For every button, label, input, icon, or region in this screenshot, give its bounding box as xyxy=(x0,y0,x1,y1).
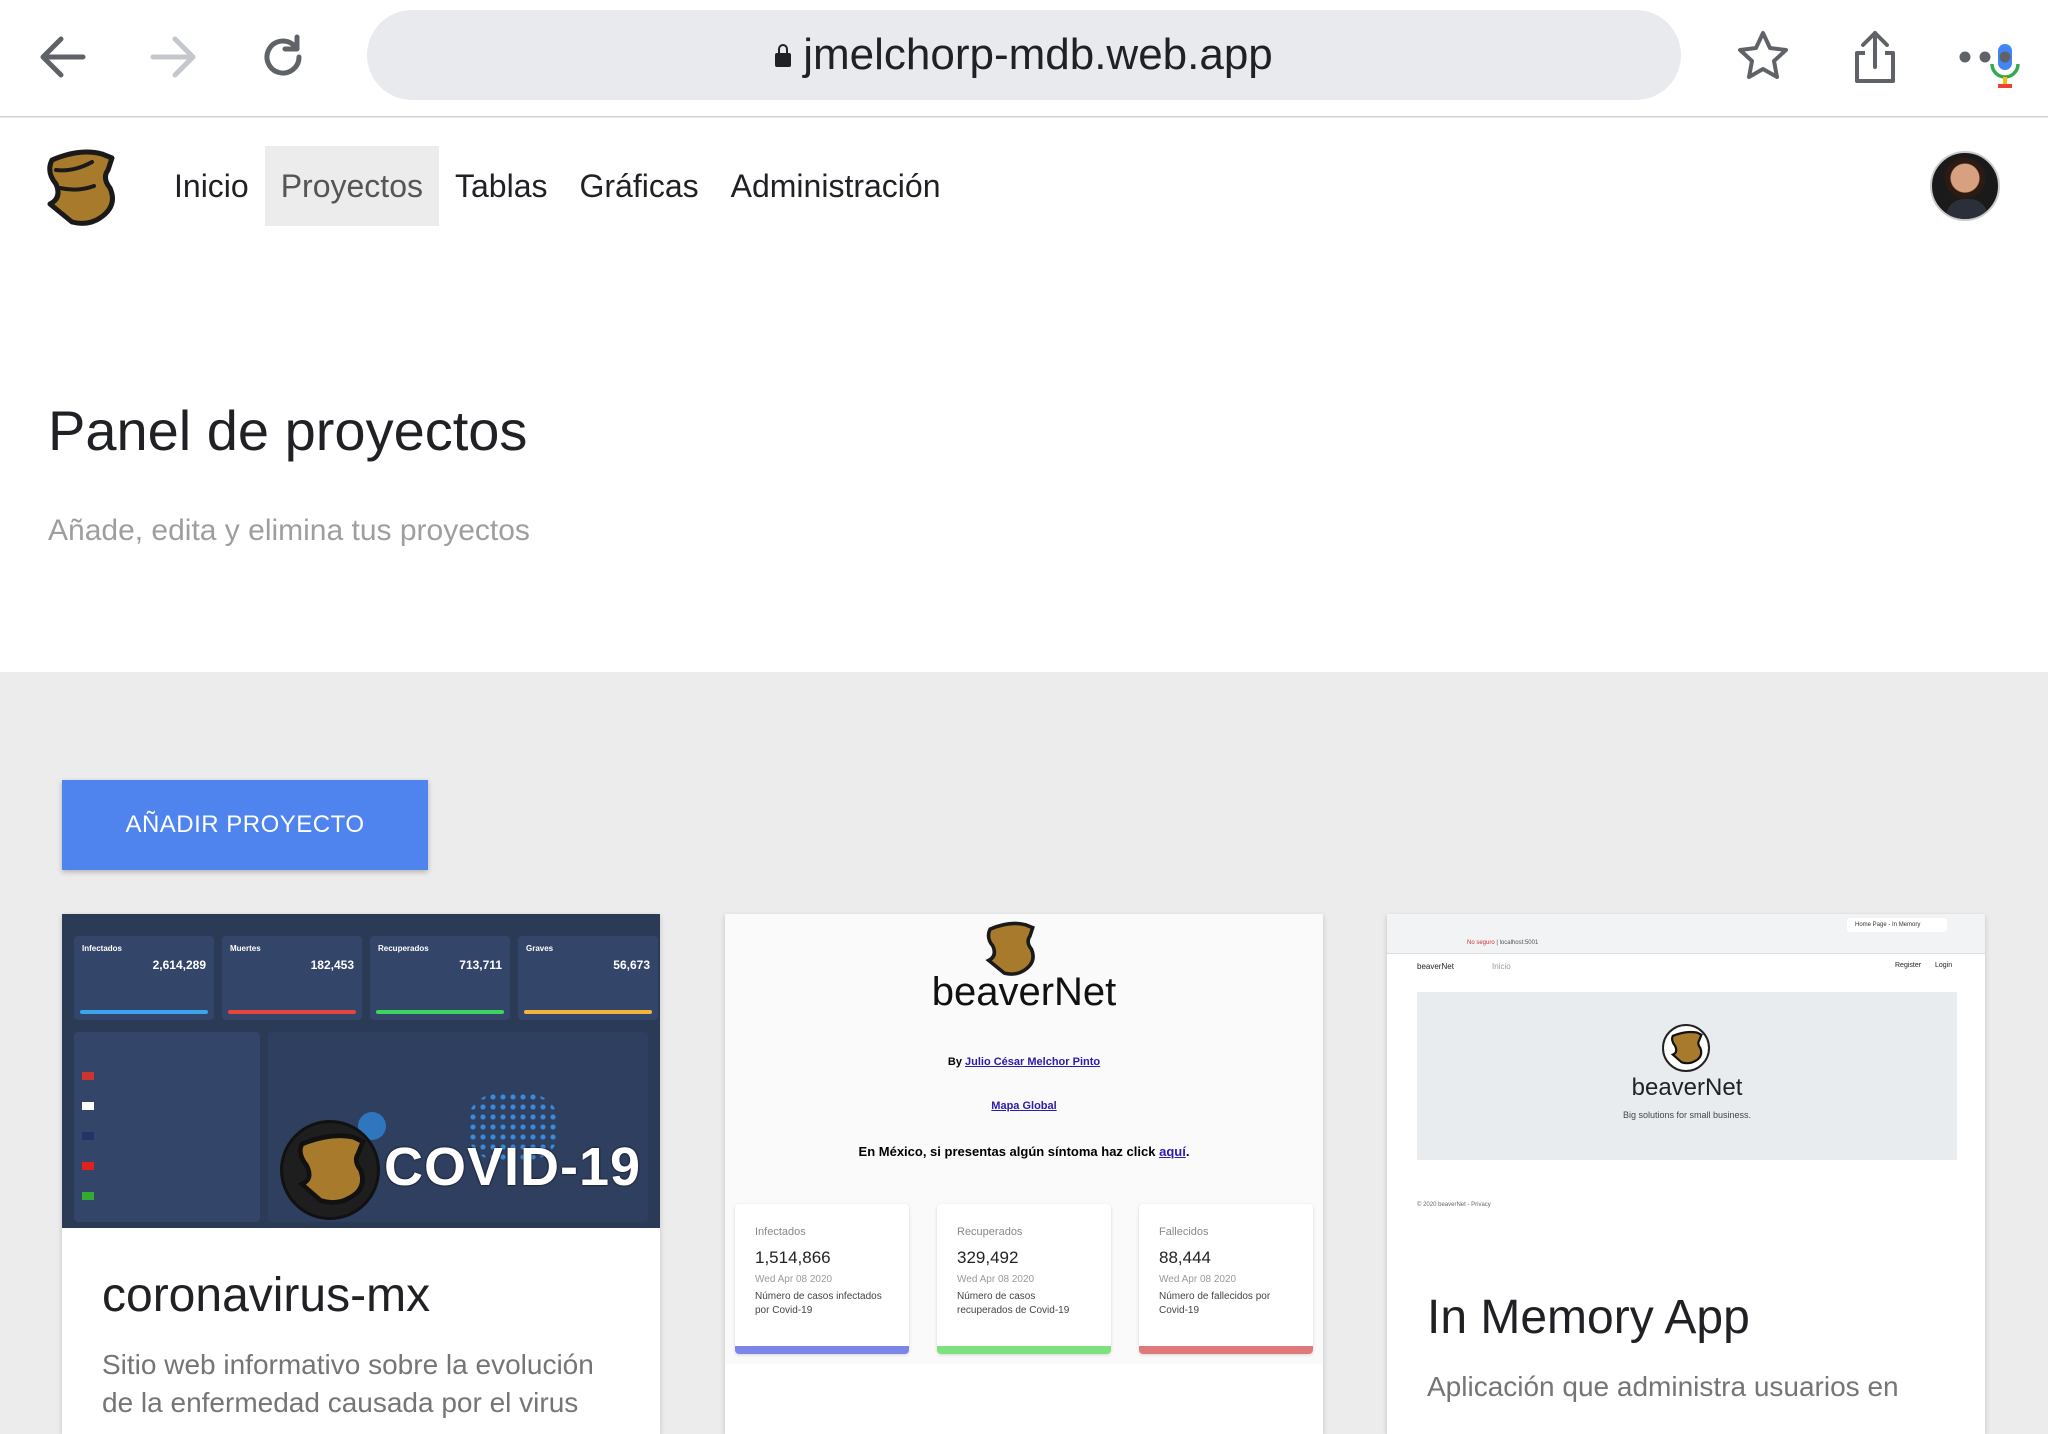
thumb-hero: beaverNet Big solutions for small busine… xyxy=(1417,992,1957,1160)
page-header: Panel de proyectos Añade, edita y elimin… xyxy=(0,258,2048,672)
more-icon[interactable] xyxy=(1950,22,2020,92)
project-thumbnail: beaverNet By Julio César Melchor Pinto M… xyxy=(725,914,1323,1364)
beaver-logo-icon xyxy=(1662,1024,1710,1072)
beaver-logo-icon[interactable] xyxy=(42,148,118,228)
reload-icon[interactable] xyxy=(248,22,318,92)
thumb-stat-tile: Muertes 182,453 xyxy=(222,936,362,1020)
nav-item-proyectos[interactable]: Proyectos xyxy=(264,146,439,226)
page-subtitle: Añade, edita y elimina tus proyectos xyxy=(48,514,530,547)
back-icon[interactable] xyxy=(28,22,98,92)
page-title: Panel de proyectos xyxy=(48,399,528,462)
address-bar[interactable]: jmelchorp-mdb.web.app xyxy=(367,10,2020,100)
thumb-stat-card: Recuperados 329,492 Wed Apr 08 2020 Núme… xyxy=(937,1204,1111,1354)
thumb-stat-card: Fallecidos 88,444 Wed Apr 08 2020 Número… xyxy=(1139,1204,1313,1354)
covid-banner: COVID-19 xyxy=(384,1137,642,1197)
thumb-stat-tile: Recuperados 713,711 xyxy=(370,936,510,1020)
thumb-site-name: beaverNet xyxy=(1417,962,1454,971)
thumb-country-list xyxy=(74,1032,260,1222)
thumb-tagline: Big solutions for small business. xyxy=(1622,1110,1752,1120)
lock-icon xyxy=(775,44,792,67)
project-card[interactable]: Infectados 2,614,289 Muertes 182,453 Rec… xyxy=(62,914,660,1434)
main-menu: Inicio Proyectos Tablas Gráficas Adminis… xyxy=(158,146,956,226)
project-title: coronavirus-mx xyxy=(102,1269,431,1322)
project-description: Aplicación que administra usuarios en xyxy=(1427,1371,1899,1402)
project-title: In Memory App xyxy=(1427,1291,1750,1344)
thumb-brand: beaverNet xyxy=(931,970,1117,1014)
forward-icon[interactable] xyxy=(138,22,208,92)
nav-item-inicio[interactable]: Inicio xyxy=(158,146,265,226)
browser-toolbar: jmelchorp-mdb.web.app xyxy=(0,0,2048,117)
thumb-map-link: Mapa Global xyxy=(991,1100,1057,1112)
nav-item-administracion[interactable]: Administración xyxy=(715,146,957,226)
user-avatar[interactable] xyxy=(1930,151,2000,221)
thumb-stat-tile: Infectados 2,614,289 xyxy=(74,936,214,1020)
covid-logo-icon xyxy=(280,1120,380,1220)
thumb-byline: By Julio César Melchor Pinto xyxy=(947,1056,1101,1068)
thumb-notice: En México, si presentas algún síntoma ha… xyxy=(858,1144,1190,1159)
project-thumbnail: Infectados 2,614,289 Muertes 182,453 Rec… xyxy=(62,914,660,1228)
app-navbar: Inicio Proyectos Tablas Gráficas Adminis… xyxy=(0,118,2048,258)
project-thumbnail: Home Page - In Memory No seguro | localh… xyxy=(1387,914,1985,1222)
thumb-stat-card: Infectados 1,514,866 Wed Apr 08 2020 Núm… xyxy=(735,1204,909,1354)
thumb-browser-chrome: Home Page - In Memory No seguro | localh… xyxy=(1387,914,1985,954)
project-card[interactable]: Home Page - In Memory No seguro | localh… xyxy=(1387,914,1985,1434)
bookmark-star-icon[interactable] xyxy=(1728,22,1798,92)
add-project-button[interactable]: AÑADIR PROYECTO xyxy=(62,780,428,870)
thumb-footer: © 2020 beaverNet - Privacy xyxy=(1417,1202,1491,1208)
thumb-register: Register xyxy=(1895,962,1922,969)
thumb-login: Login xyxy=(1935,962,1953,969)
url-text: jmelchorp-mdb.web.app xyxy=(803,30,1273,79)
thumb-stat-tile: Graves 56,673 xyxy=(518,936,658,1020)
nav-item-graficas[interactable]: Gráficas xyxy=(563,146,714,226)
share-icon[interactable] xyxy=(1840,22,1910,92)
project-card[interactable]: beaverNet By Julio César Melchor Pinto M… xyxy=(725,914,1323,1434)
nav-item-tablas[interactable]: Tablas xyxy=(439,146,564,226)
thumb-brand: beaverNet xyxy=(1631,1074,1743,1101)
thumb-nav-inicio: Inicio xyxy=(1492,962,1511,971)
